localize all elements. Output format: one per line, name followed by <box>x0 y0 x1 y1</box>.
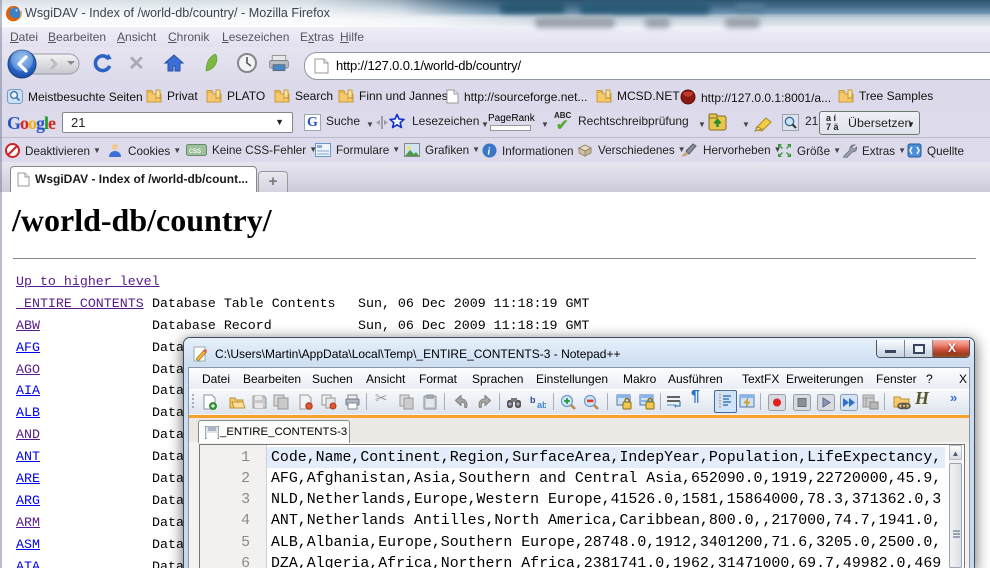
svg-text:ab: ab <box>537 400 546 410</box>
svg-text:css: css <box>189 146 201 155</box>
svg-text:b: b <box>530 395 536 405</box>
svg-text:i: i <box>488 147 491 158</box>
